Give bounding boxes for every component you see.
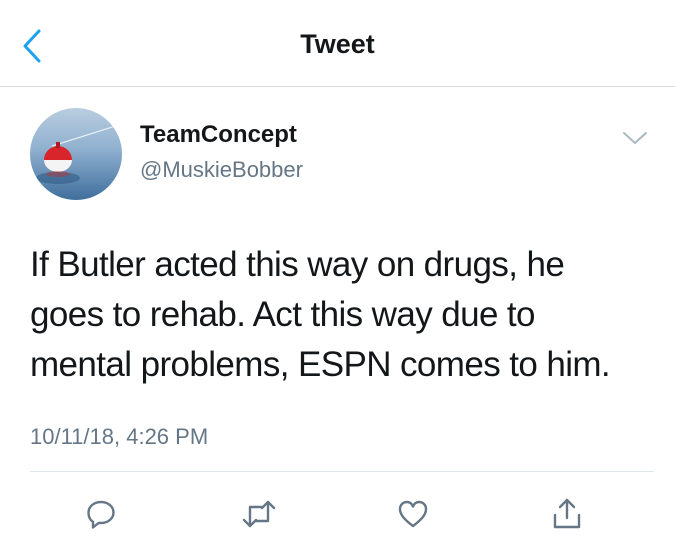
tweet-text-line: If Butler acted this way on drugs, he bbox=[30, 245, 565, 284]
tweet-text-line: mental problems, ESPN comes to him. bbox=[30, 345, 611, 384]
tweet-detail-screen: Tweet TeamConcept @MuskieBobber If Butle… bbox=[0, 0, 675, 549]
avatar[interactable] bbox=[30, 108, 122, 200]
tweet-timestamp: 10/11/18, 4:26 PM bbox=[30, 424, 209, 449]
fishing-bobber-avatar bbox=[30, 108, 122, 200]
tweet-text: If Butler acted this way on drugs, he go… bbox=[30, 240, 655, 390]
tweet-text-line: goes to rehab. Act this way due to bbox=[30, 295, 536, 334]
retweet-button[interactable] bbox=[237, 492, 281, 536]
page-title: Tweet bbox=[300, 29, 375, 59]
reply-button[interactable] bbox=[79, 492, 123, 536]
tweet-menu-button[interactable] bbox=[620, 126, 650, 150]
reply-icon bbox=[87, 500, 115, 529]
author-display-name[interactable]: TeamConcept bbox=[140, 121, 297, 149]
heart-icon bbox=[398, 500, 428, 528]
retweet-icon bbox=[242, 500, 276, 528]
share-button[interactable] bbox=[545, 492, 589, 536]
chevron-down-icon bbox=[623, 132, 647, 144]
divider bbox=[30, 471, 654, 472]
author-handle[interactable]: @MuskieBobber bbox=[140, 157, 303, 183]
nav-bar: Tweet bbox=[0, 0, 675, 87]
share-icon bbox=[553, 498, 581, 529]
like-button[interactable] bbox=[391, 492, 435, 536]
